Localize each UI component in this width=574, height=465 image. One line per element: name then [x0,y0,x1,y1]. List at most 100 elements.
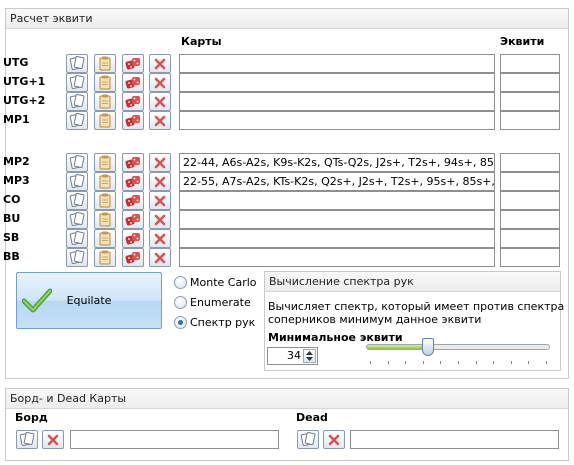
card-select-button[interactable] [66,111,88,130]
card-select-button[interactable] [66,210,88,229]
clear-row-button[interactable] [149,73,171,92]
equity-output[interactable] [500,111,560,130]
dice-icon [125,251,140,263]
random-hand-button[interactable] [122,229,144,248]
paste-range-button[interactable] [94,54,116,73]
paste-range-button[interactable] [94,248,116,267]
equity-output[interactable] [500,248,560,267]
equity-output[interactable] [500,54,560,73]
cards-input[interactable] [179,248,495,267]
board-panel-title: Борд- и Dead Карты [6,389,568,409]
clear-row-button[interactable] [149,111,171,130]
cards-column-header: Карты [181,35,222,48]
min-equity-spinner[interactable]: 34 [267,347,318,365]
slider-tick [370,361,371,364]
cards-input[interactable] [179,54,495,73]
cards-input[interactable] [179,111,495,130]
radio-enumerate[interactable]: Enumerate [174,295,251,309]
min-equity-slider-track[interactable] [366,344,550,350]
clipboard-icon [99,174,111,189]
paste-range-button[interactable] [94,210,116,229]
clipboard-icon [99,56,111,71]
board-input[interactable] [70,430,279,449]
radio-indicator [174,315,187,329]
clear-row-button[interactable] [149,191,171,210]
equilate-label: Equilate [66,294,112,307]
card-select-icon [69,212,85,227]
position-label: MP2 [3,155,30,168]
paste-range-button[interactable] [94,111,116,130]
card-select-button[interactable] [66,92,88,111]
clipboard-icon [99,94,111,109]
board-card-select-button[interactable] [16,430,38,449]
random-hand-button[interactable] [122,111,144,130]
cards-input[interactable] [179,210,495,229]
radio-indicator [174,275,187,289]
card-select-button[interactable] [66,248,88,267]
radio-monte-carlo[interactable]: Monte Carlo [174,275,257,289]
equity-output[interactable] [500,153,560,172]
cards-input[interactable]: 22-55, A7s-A2s, KTs-K2s, Q2s+, J2s+, T2s… [179,172,495,191]
dice-icon [125,194,140,206]
cards-input[interactable] [179,229,495,248]
spin-up-icon [306,351,313,355]
spin-down-icon [306,357,313,361]
card-select-button[interactable] [66,54,88,73]
random-hand-button[interactable] [122,73,144,92]
dead-input[interactable] [350,430,559,449]
clipboard-icon [99,75,111,90]
dead-card-select-button[interactable] [297,430,319,449]
card-select-button[interactable] [66,191,88,210]
random-hand-button[interactable] [122,248,144,267]
random-hand-button[interactable] [122,172,144,191]
equity-output[interactable] [500,92,560,111]
equity-output[interactable] [500,73,560,92]
slider-tick [405,361,407,364]
card-select-button[interactable] [66,172,88,191]
board-clear-button[interactable] [42,430,64,449]
clear-row-button[interactable] [149,92,171,111]
dice-icon [125,114,140,126]
paste-range-button[interactable] [94,73,116,92]
cards-input[interactable] [179,92,495,111]
spinner-arrows[interactable] [303,349,316,363]
random-hand-button[interactable] [122,54,144,73]
paste-range-button[interactable] [94,172,116,191]
radio-range[interactable]: Спектр рук [174,315,255,329]
min-equity-slider-thumb[interactable] [422,338,434,356]
equity-output[interactable] [500,229,560,248]
cards-input[interactable] [179,73,495,92]
random-hand-button[interactable] [122,153,144,172]
clear-row-button[interactable] [149,229,171,248]
paste-range-button[interactable] [94,191,116,210]
cards-input[interactable] [179,191,495,210]
paste-range-button[interactable] [94,153,116,172]
paste-range-button[interactable] [94,92,116,111]
position-label: UTG [3,56,29,69]
dead-label: Dead [296,411,328,424]
remove-icon [154,96,166,107]
card-select-icon [69,113,85,128]
random-hand-button[interactable] [122,210,144,229]
random-hand-button[interactable] [122,92,144,111]
random-hand-button[interactable] [122,191,144,210]
card-select-icon [69,56,85,71]
equity-output[interactable] [500,191,560,210]
card-select-icon [69,94,85,109]
equity-output[interactable] [500,172,560,191]
card-select-button[interactable] [66,229,88,248]
clear-row-button[interactable] [149,153,171,172]
cards-input[interactable]: 22-44, A6s-A2s, K9s-K2s, QTs-Q2s, J2s+, … [179,153,495,172]
equilate-button[interactable]: Equilate [16,272,162,329]
remove-icon [47,434,59,445]
paste-range-button[interactable] [94,229,116,248]
clipboard-icon [99,155,111,170]
clear-row-button[interactable] [149,248,171,267]
card-select-button[interactable] [66,73,88,92]
card-select-button[interactable] [66,153,88,172]
dead-clear-button[interactable] [323,430,345,449]
clear-row-button[interactable] [149,54,171,73]
equity-output[interactable] [500,210,560,229]
clear-row-button[interactable] [149,210,171,229]
clear-row-button[interactable] [149,172,171,191]
